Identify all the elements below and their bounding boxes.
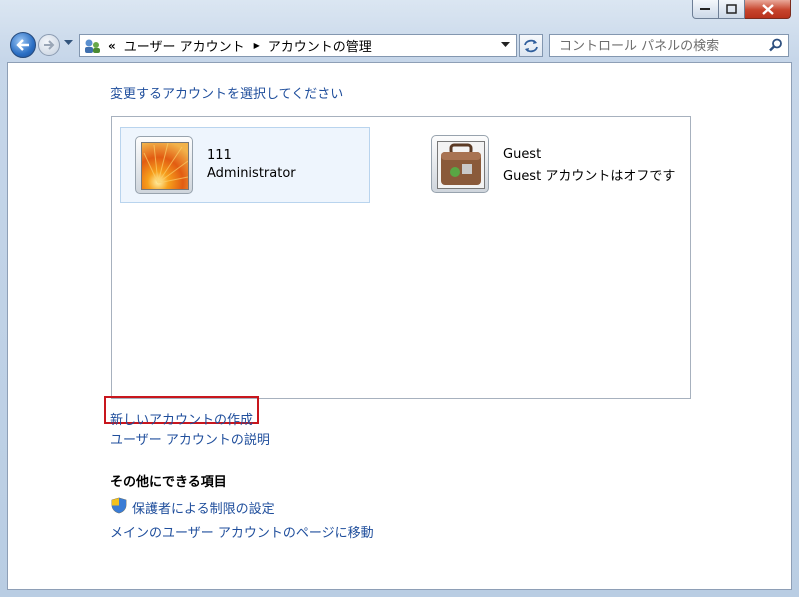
account-type: Administrator: [207, 166, 296, 181]
navigation-bar: « ユーザー アカウント ▶ アカウントの管理: [0, 30, 799, 60]
main-accounts-page-link[interactable]: メインのユーザー アカウントのページに移動: [110, 522, 374, 541]
page-heading: 変更するアカウントを選択してください: [110, 87, 344, 102]
flower-icon: [142, 143, 188, 189]
breadcrumb-manage-accounts[interactable]: アカウントの管理: [268, 36, 372, 55]
breadcrumb-separator-icon[interactable]: ▶: [254, 41, 260, 50]
refresh-icon: [524, 39, 538, 52]
address-bar[interactable]: « ユーザー アカウント ▶ アカウントの管理: [79, 34, 517, 57]
close-button[interactable]: [745, 0, 791, 19]
other-tasks-heading: その他にできる項目: [110, 475, 227, 490]
parental-controls-link[interactable]: 保護者による制限の設定: [132, 498, 275, 517]
control-panel-icon: [85, 39, 100, 53]
account-list: 111 Administrator Guest Guest アカウントはオフです: [111, 116, 691, 399]
forward-arrow-icon: [44, 40, 55, 50]
account-name: 111: [207, 148, 232, 163]
maximize-button[interactable]: [719, 0, 745, 19]
recent-pages-dropdown-icon[interactable]: [64, 40, 73, 46]
search-box: [549, 34, 789, 57]
account-tile-111[interactable]: 111 Administrator: [120, 127, 370, 203]
maximize-icon: [726, 4, 737, 14]
forward-button[interactable]: [38, 34, 60, 56]
create-account-link[interactable]: 新しいアカウントの作成: [110, 409, 253, 428]
caption-buttons: [692, 0, 791, 20]
account-tile-guest[interactable]: Guest Guest アカウントはオフです: [417, 127, 677, 203]
close-icon: [761, 3, 774, 15]
back-arrow-icon: [16, 39, 29, 51]
breadcrumb-user-accounts[interactable]: ユーザー アカウント: [124, 36, 245, 55]
refresh-button[interactable]: [519, 34, 543, 57]
account-name: Guest: [503, 147, 542, 162]
suitcase-icon: [441, 143, 481, 185]
shield-icon: [111, 497, 127, 514]
explain-accounts-link[interactable]: ユーザー アカウントの説明: [110, 429, 270, 448]
address-overflow-chevron[interactable]: «: [108, 39, 116, 53]
account-picture-suitcase: [431, 135, 489, 193]
content-pane: 変更するアカウントを選択してください 111 Administrator Gue…: [7, 62, 792, 590]
back-button[interactable]: [10, 32, 36, 58]
search-icon[interactable]: [769, 38, 783, 52]
window-frame: « ユーザー アカウント ▶ アカウントの管理 変更するアカウントを選択してくだ…: [0, 0, 799, 597]
minimize-button[interactable]: [692, 0, 719, 19]
account-type: Guest アカウントはオフです: [503, 169, 676, 184]
address-dropdown-icon[interactable]: [501, 42, 510, 48]
account-picture-flower: [135, 136, 193, 194]
search-input[interactable]: [557, 36, 761, 57]
minimize-icon: [700, 8, 710, 10]
